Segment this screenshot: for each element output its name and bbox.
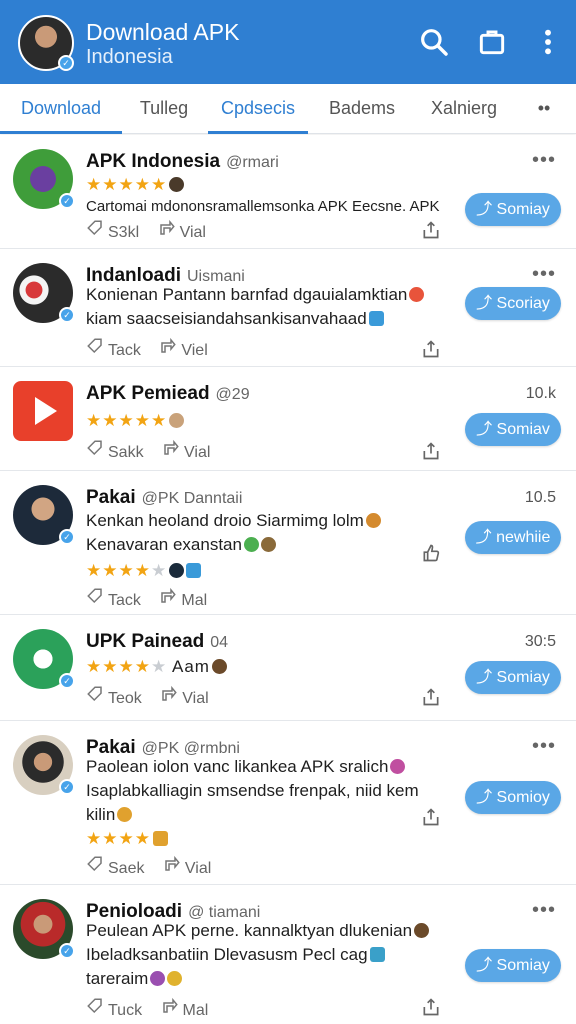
repost-icon[interactable] [161, 997, 179, 1015]
app-bar: ✓ Download APK Indonesia [0, 0, 576, 84]
tag-icon[interactable] [86, 219, 104, 237]
tag-icon[interactable] [86, 685, 104, 703]
cta-button[interactable]: ⤴ Somiay [465, 949, 561, 982]
list-item[interactable]: ✓ Indanloadi Uismani ••• Konienan Pantann… [0, 249, 576, 367]
list-item[interactable]: ✓ Penioloadi @ tiamani ••• Peulean APK pe… [0, 885, 576, 1024]
tab-cpdsecis[interactable]: Cpdsecis [208, 84, 308, 134]
post-text: Ibeladksanbatiin Dlevasusm Pecl cag [86, 943, 452, 966]
post-meta: 10.5 [524, 489, 556, 506]
tag-icon[interactable] [86, 855, 104, 873]
verified-icon: ✓ [59, 779, 75, 795]
list-item[interactable]: ✓ Pakai @PK @rmbni ••• Paolean iolon vanc… [0, 721, 576, 885]
share-icon[interactable] [421, 339, 441, 359]
like-icon[interactable] [421, 543, 441, 563]
share-icon[interactable] [421, 220, 441, 240]
more-horizontal-icon[interactable]: ••• [532, 263, 556, 286]
post-actions: Tack Mal [86, 587, 207, 610]
profile-avatar[interactable]: ✓ [18, 15, 74, 71]
tab-more[interactable]: •• [516, 84, 572, 134]
app-avatar[interactable]: ✓ [13, 149, 75, 209]
tab-download[interactable]: Download [0, 84, 122, 134]
verified-icon: ✓ [59, 193, 75, 209]
more-horizontal-icon[interactable]: ••• [532, 899, 556, 922]
post-actions: Saek Vial [86, 855, 211, 878]
share-icon[interactable] [421, 807, 441, 827]
cta-button[interactable]: ⤴ newhiie [465, 521, 561, 554]
post-author: UPK Painead 04 [86, 631, 229, 652]
post-meta: 30:5 [524, 633, 556, 650]
more-horizontal-icon[interactable]: ••• [532, 149, 556, 172]
repost-icon[interactable] [159, 337, 177, 355]
post-text: Kenavaran exanstan [86, 533, 452, 556]
rating-stars: ★★★★★ Aam [86, 657, 227, 677]
app-avatar[interactable]: ✓ [13, 629, 75, 689]
cta-button[interactable]: ⤴ Somiay [465, 193, 561, 226]
user-avatar[interactable]: ✓ [13, 485, 75, 545]
user-avatar[interactable]: ✓ [13, 263, 75, 323]
tab-tulleg[interactable]: Tulleg [122, 84, 206, 134]
app-title: Download APK [86, 19, 240, 45]
tag-icon[interactable] [86, 997, 104, 1015]
tab-bar: Download Tulleg Cpdsecis Badems Xalnierg… [0, 84, 576, 134]
repost-icon[interactable] [162, 439, 180, 457]
post-author: APK Pemiead @29 [86, 383, 250, 404]
post-actions: Sakk Vial [86, 439, 210, 462]
verified-icon: ✓ [59, 529, 75, 545]
post-actions: Teok Vial [86, 685, 209, 708]
list-item[interactable]: ✓ APK Indonesia @rmari ••• ★★★★★ Cartomai… [0, 135, 576, 249]
post-text: Paolean iolon vanc likankea APK sralich [86, 755, 452, 778]
rating-stars: ★★★★★ [86, 175, 185, 195]
rating-stars: ★★★★★ [86, 411, 185, 431]
user-avatar[interactable]: ✓ [13, 899, 75, 959]
tab-xalnierg[interactable]: Xalnierg [416, 84, 512, 134]
post-author: Pakai @PK Danntaii [86, 487, 243, 508]
more-horizontal-icon[interactable]: ••• [532, 735, 556, 758]
post-text: Konienan Pantann barnfad dgauialamktian [86, 283, 452, 306]
list-item[interactable]: ✓ UPK Painead 04 30:5 ★★★★★ Aam Teok Vial… [0, 615, 576, 721]
verified-icon: ✓ [59, 673, 75, 689]
repost-icon[interactable] [160, 685, 178, 703]
post-text: Cartomai mdononsramallemsonka APK Eecsne… [86, 198, 440, 215]
repost-icon[interactable] [158, 219, 176, 237]
more-vertical-icon[interactable] [532, 26, 564, 58]
verified-icon: ✓ [59, 307, 75, 323]
share-icon[interactable] [421, 997, 441, 1017]
tag-icon[interactable] [86, 587, 104, 605]
repost-icon[interactable] [159, 587, 177, 605]
tag-icon[interactable] [86, 337, 104, 355]
verified-icon: ✓ [59, 943, 75, 959]
rating-stars: ★★★★★ [86, 561, 202, 581]
bag-icon[interactable] [476, 26, 508, 58]
post-actions: S3kl Vial [86, 219, 206, 242]
rating-stars: ★★★★ [86, 829, 168, 849]
cta-button[interactable]: ⤴ Somiay [465, 661, 561, 694]
search-icon[interactable] [418, 26, 450, 58]
list-item[interactable]: APK Pemiead @29 10.k ★★★★★ Sakk Vial ⤴ So… [0, 367, 576, 471]
share-icon[interactable] [421, 687, 441, 707]
post-text: tareraim [86, 967, 452, 990]
cta-button[interactable]: ⤴ Scoriay [465, 287, 561, 320]
emoji-icon [169, 177, 185, 192]
post-author: APK Indonesia @rmari [86, 151, 279, 172]
list-item[interactable]: ✓ Pakai @PK Danntaii 10.5 Kenkan heoland … [0, 471, 576, 615]
post-text: kilin [86, 803, 452, 826]
app-avatar[interactable] [13, 381, 73, 441]
repost-icon[interactable] [163, 855, 181, 873]
post-text: kiam saacseisiandahsankisanvahaad [86, 307, 452, 330]
tab-badems[interactable]: Badems [314, 84, 410, 134]
tag-icon[interactable] [86, 439, 104, 457]
cta-button[interactable]: ⤴ Somiav [465, 413, 561, 446]
post-actions: Tuck Mal [86, 997, 208, 1020]
share-icon[interactable] [421, 441, 441, 461]
post-text: Kenkan heoland droio Siarmimg lolm [86, 509, 452, 532]
cta-button[interactable]: ⤴ Somioy [465, 781, 561, 814]
post-meta: 10.k [525, 385, 556, 402]
app-subtitle: Indonesia [86, 46, 173, 68]
play-icon [35, 397, 57, 425]
post-actions: Tack Viel [86, 337, 208, 360]
verified-icon: ✓ [58, 55, 74, 71]
user-avatar[interactable]: ✓ [13, 735, 75, 795]
post-text: Peulean APK perne. kannalktyan dlukenian [86, 919, 452, 942]
post-text: Isaplabkalliagin smsendse frenpak, niid … [86, 781, 419, 800]
